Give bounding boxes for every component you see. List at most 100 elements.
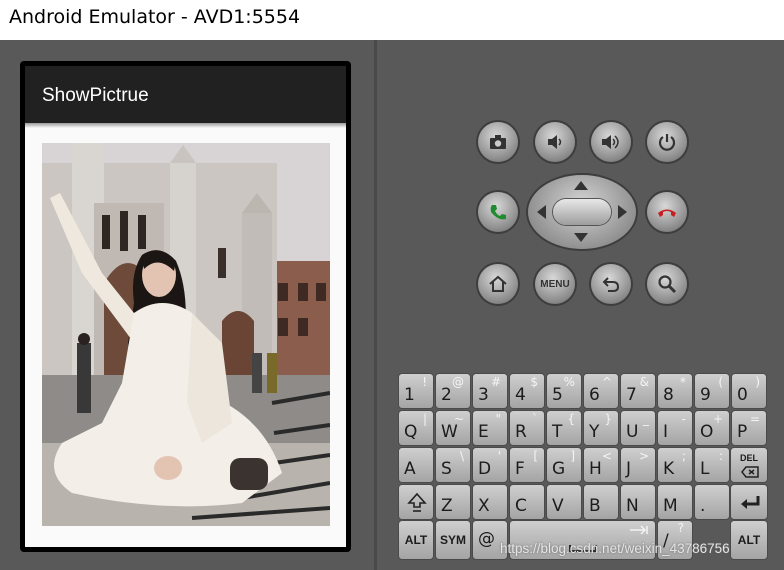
key-row2-4[interactable]: T{ (546, 410, 582, 446)
key-row4-1[interactable]: X (472, 484, 508, 520)
key-row1-9[interactable]: 0) (731, 373, 767, 409)
key-row2-9[interactable]: P = (731, 410, 767, 446)
key-main-label: 9 (700, 385, 711, 405)
key-main-label: 2 (441, 385, 452, 405)
key-shift-label: < (601, 449, 612, 463)
app-action-bar: ShowPictrue (25, 66, 346, 123)
delete-key[interactable]: DEL (730, 447, 768, 483)
key-main-label: Q (404, 422, 418, 442)
volume-up-button[interactable] (591, 122, 631, 162)
key-row1-8[interactable]: 9( (694, 373, 730, 409)
key-main-label: M (663, 496, 678, 516)
key-row2-1[interactable]: W ~ (435, 410, 471, 446)
key-shift-label: * (680, 375, 686, 389)
key-row2-0[interactable]: Q | (398, 410, 434, 446)
key-row3-2[interactable]: D ' (472, 447, 508, 483)
enter-key[interactable] (730, 484, 768, 520)
dpad-center-button[interactable] (553, 199, 611, 225)
watermark-text: https://blog.csdn.net/weixin_43786756 (500, 541, 730, 556)
key-row3-8[interactable]: L: (694, 447, 730, 483)
search-icon (658, 275, 677, 294)
alt-key-right-label: ALT (737, 533, 761, 547)
sym-key-label: SYM (439, 533, 466, 547)
camera-button[interactable] (478, 122, 518, 162)
key-row1-7[interactable]: 8 * (657, 373, 693, 409)
key-row4-4[interactable]: B (583, 484, 619, 520)
key-row4-7[interactable]: . (694, 484, 730, 520)
alt-key-left[interactable]: ALT (398, 520, 434, 560)
key-row1-6[interactable]: 7 & (620, 373, 656, 409)
key-shift-label: : (718, 449, 723, 463)
key-row4-3[interactable]: V (546, 484, 582, 520)
key-row2-8[interactable]: O + (694, 410, 730, 446)
key-row3-3[interactable]: F[ (509, 447, 545, 483)
call-button[interactable] (478, 192, 518, 232)
key-row2-2[interactable]: E " (472, 410, 508, 446)
key-row4-2[interactable]: C (509, 484, 545, 520)
key-row1-4[interactable]: 5% (546, 373, 582, 409)
enter-icon (741, 496, 760, 509)
key-row2-7[interactable]: I- (657, 410, 693, 446)
dpad-right-arrow-icon[interactable] (618, 205, 627, 219)
power-button[interactable] (647, 122, 687, 162)
key-row1-3[interactable]: 4 $ (509, 373, 545, 409)
call-icon (490, 205, 506, 220)
tab-icon (630, 525, 648, 535)
key-shift-label: & (639, 375, 649, 389)
window-titlebar: Android Emulator - AVD1:5554 (0, 0, 784, 40)
dpad-left-arrow-icon[interactable] (537, 205, 546, 219)
key-row1-0[interactable]: 1! (398, 373, 434, 409)
key-row4-6[interactable]: M (657, 484, 693, 520)
key-main-label: A (404, 459, 416, 479)
key-row4-0[interactable]: Z (435, 484, 471, 520)
key-main-label: V (552, 496, 564, 516)
key-row1-1[interactable]: 2 @ (435, 373, 471, 409)
key-shift-label: \ (459, 449, 464, 463)
shift-key[interactable] (398, 484, 434, 520)
key-row3-4[interactable]: G] (546, 447, 582, 483)
menu-button[interactable]: MENU (535, 264, 575, 304)
key-main-label: 0 (737, 385, 748, 405)
dpad-down-arrow-icon[interactable] (574, 233, 588, 242)
key-row3-6[interactable]: J > (620, 447, 656, 483)
key-main-label: U (626, 422, 639, 442)
app-title: ShowPictrue (42, 85, 149, 106)
end-call-button[interactable] (647, 192, 687, 232)
key-row3-1[interactable]: S \ (435, 447, 471, 483)
back-button[interactable] (591, 264, 631, 304)
key-main-label: 3 (478, 385, 489, 405)
alt-key-left-label: ALT (404, 533, 428, 547)
sym-key[interactable]: SYM (435, 520, 471, 560)
volume-down-icon (548, 135, 562, 149)
key-row3-0[interactable]: A (398, 447, 434, 483)
key-row3-7[interactable]: K; (657, 447, 693, 483)
key-main-label: 7 (626, 385, 637, 405)
key-row2-5[interactable]: Y} (583, 410, 619, 446)
key-shift-label: $ (530, 375, 538, 389)
key-shift-label: > (638, 449, 649, 463)
key-shift-label: | (422, 412, 427, 426)
key-row1-5[interactable]: 6 ^ (583, 373, 619, 409)
home-icon (489, 275, 507, 292)
key-row3-5[interactable]: H < (583, 447, 619, 483)
key-shift-label: ) (755, 375, 760, 389)
key-main-label: F (515, 459, 525, 479)
key-main-label: O (700, 422, 714, 442)
key-main-label: 1 (404, 385, 415, 405)
volume-down-button[interactable] (535, 122, 575, 162)
key-row1-2[interactable]: 3 # (472, 373, 508, 409)
key-row4-5[interactable]: N (620, 484, 656, 520)
alt-key-right[interactable]: ALT (730, 520, 768, 560)
key-main-label: E (478, 422, 489, 442)
displayed-photo (42, 143, 330, 526)
search-button[interactable] (647, 264, 687, 304)
dpad-up-arrow-icon[interactable] (574, 181, 588, 190)
key-shift-label: } (604, 412, 612, 426)
key-shift-label: % (563, 375, 575, 389)
key-row2-6[interactable]: U _ (620, 410, 656, 446)
key-row2-3[interactable]: R ` (509, 410, 545, 446)
device-screen[interactable]: ShowPictrue (25, 66, 346, 547)
home-button[interactable] (478, 264, 518, 304)
key-main-label: 5 (552, 385, 563, 405)
key-main-label: J (626, 459, 632, 479)
